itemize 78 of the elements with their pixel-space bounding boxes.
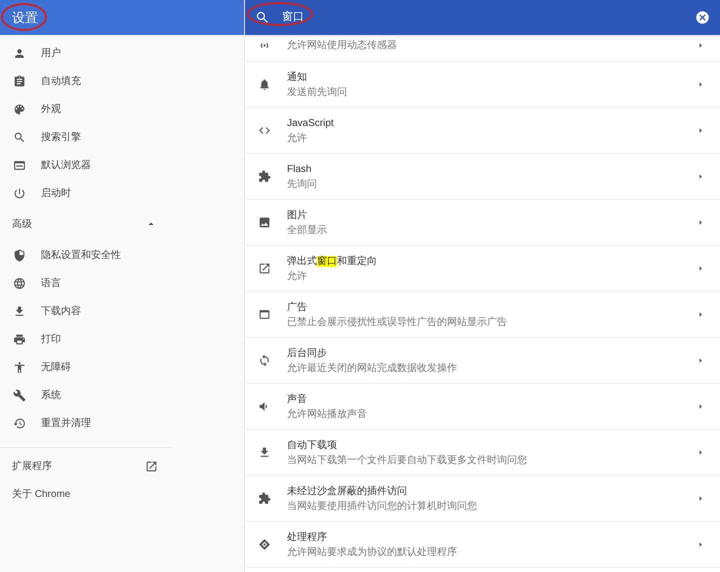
settings-row[interactable]: 处理程序 允许网站要求成为协议的默认处理程序 bbox=[245, 522, 720, 568]
settings-row[interactable]: 自动下载项 当网站下载第一个文件后要自动下载更多文件时询问您 bbox=[245, 430, 720, 476]
row-title: Flash bbox=[287, 162, 312, 176]
settings-row[interactable]: 允许网站使用动态传感器 bbox=[245, 35, 720, 62]
external-link-icon bbox=[145, 460, 158, 472]
row-subtitle: 允许 bbox=[287, 270, 308, 282]
row-title: 处理程序 bbox=[287, 530, 328, 544]
row-title: JavaScript bbox=[287, 116, 335, 130]
row-subtitle: 先询问 bbox=[287, 178, 318, 190]
sidebar-item[interactable]: 默认浏览器 bbox=[0, 151, 244, 179]
sidebar-item[interactable]: 无障碍 bbox=[0, 353, 244, 381]
shield-icon bbox=[13, 248, 26, 262]
clipboard-icon bbox=[13, 74, 26, 88]
sidebar-item[interactable]: 重置并清理 bbox=[0, 409, 244, 437]
row-subtitle: 发送前先询问 bbox=[287, 86, 348, 98]
row-subtitle: 允许网站要求成为协议的默认处理程序 bbox=[287, 546, 458, 558]
external-link-icon bbox=[258, 262, 271, 275]
globe-icon bbox=[13, 276, 26, 290]
row-subtitle: 全部显示 bbox=[287, 224, 328, 236]
row-subtitle: 允许最近关闭的网站完成数据收发操作 bbox=[287, 362, 458, 374]
settings-row[interactable]: 后台同步 允许最近关闭的网站完成数据收发操作 bbox=[245, 338, 720, 384]
sidebar-item[interactable]: 下载内容 bbox=[0, 297, 244, 325]
settings-row[interactable]: 通知 发送前先询问 bbox=[245, 62, 720, 108]
row-subtitle: 允许网站播放声音 bbox=[287, 408, 368, 420]
sidebar-item[interactable]: 外观 bbox=[0, 95, 244, 123]
extensions-link[interactable]: 扩展程序 bbox=[0, 452, 244, 480]
sidebar-item[interactable]: 系统 bbox=[0, 381, 244, 409]
row-subtitle: 允许 bbox=[287, 132, 308, 144]
search-field[interactable]: 窗口 bbox=[255, 0, 695, 35]
download-icon bbox=[258, 446, 271, 459]
row-title: 未经过沙盒屏蔽的插件访问 bbox=[287, 484, 408, 498]
image-icon bbox=[258, 216, 271, 229]
row-title: 广告 bbox=[287, 300, 308, 314]
settings-row[interactable]: 广告 已禁止会展示侵扰性或误导性广告的网站显示广告 bbox=[245, 292, 720, 338]
sync-icon bbox=[258, 354, 271, 367]
row-subtitle: 当网站要使用插件访问您的计算机时询问您 bbox=[287, 500, 478, 512]
row-title: 后台同步 bbox=[287, 346, 328, 360]
settings-row[interactable]: 声音 允许网站播放声音 bbox=[245, 384, 720, 430]
settings-row[interactable]: 图片 全部显示 bbox=[245, 200, 720, 246]
sidebar-item[interactable]: 自动填充 bbox=[0, 67, 244, 95]
sidebar-item[interactable]: 搜索引擎 bbox=[0, 123, 244, 151]
row-title: 自动下载项 bbox=[287, 438, 338, 452]
advanced-section-toggle[interactable]: 高级 bbox=[0, 207, 244, 241]
about-link[interactable]: 关于 Chrome bbox=[0, 480, 244, 508]
sidebar-item[interactable]: 用户 bbox=[0, 39, 244, 67]
settings-row[interactable]: JavaScript 允许 bbox=[245, 108, 720, 154]
settings-row[interactable]: 未经过沙盒屏蔽的插件访问 当网站要使用插件访问您的计算机时询问您 bbox=[245, 476, 720, 522]
row-title: 弹出式窗口和重定向 bbox=[287, 254, 377, 268]
row-title: 声音 bbox=[287, 392, 308, 406]
sidebar-item[interactable]: 启动时 bbox=[0, 179, 244, 207]
puzzle-icon bbox=[258, 492, 271, 505]
settings-row[interactable]: Flash 先询问 bbox=[245, 154, 720, 200]
row-subtitle: 已禁止会展示侵扰性或误导性广告的网站显示广告 bbox=[287, 316, 508, 328]
clear-search-icon[interactable] bbox=[695, 10, 710, 25]
sidebar-item[interactable]: 打印 bbox=[0, 325, 244, 353]
power-icon bbox=[13, 186, 26, 200]
browser-window-icon bbox=[13, 158, 26, 172]
palette-icon bbox=[13, 102, 26, 116]
accessibility-icon bbox=[13, 360, 26, 374]
diamond-icon bbox=[258, 538, 271, 551]
person-icon bbox=[13, 46, 26, 60]
row-subtitle: 允许网站使用动态传感器 bbox=[287, 38, 398, 52]
puzzle-icon bbox=[258, 170, 271, 183]
row-title: 通知 bbox=[287, 70, 308, 84]
sidebar-item[interactable]: 语言 bbox=[0, 269, 244, 297]
wrench-icon bbox=[13, 388, 26, 402]
window-icon bbox=[258, 308, 271, 321]
row-subtitle: 当网站下载第一个文件后要自动下载更多文件时询问您 bbox=[287, 454, 528, 466]
bell-icon bbox=[258, 78, 271, 91]
search-icon bbox=[255, 10, 270, 25]
printer-icon bbox=[13, 332, 26, 346]
download-icon bbox=[13, 304, 26, 318]
settings-row[interactable]: 弹出式窗口和重定向 允许 bbox=[245, 246, 720, 292]
history-icon bbox=[13, 416, 26, 430]
search-icon bbox=[13, 130, 26, 144]
page-title: 设置 bbox=[12, 8, 38, 27]
sidebar-item[interactable]: 隐私设置和安全性 bbox=[0, 241, 244, 269]
row-title: 图片 bbox=[287, 208, 308, 222]
